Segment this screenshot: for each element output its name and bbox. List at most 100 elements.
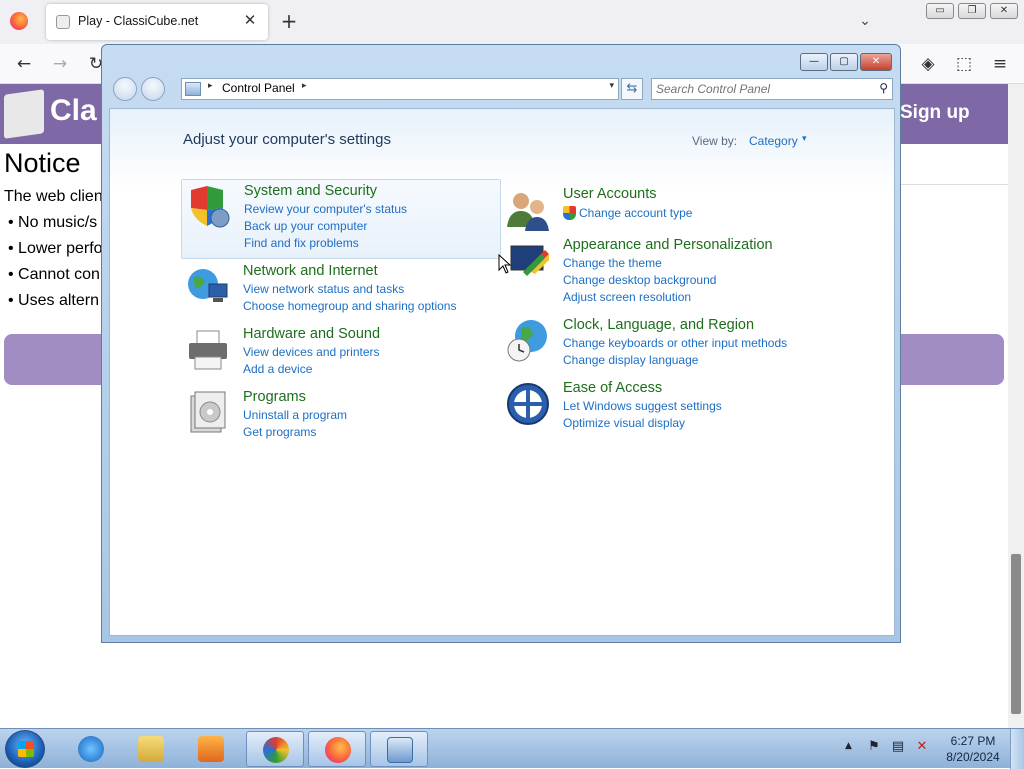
- category-title[interactable]: Clock, Language, and Region: [563, 317, 754, 333]
- category-link[interactable]: Change account type: [579, 206, 692, 220]
- taskbar-firefox[interactable]: [308, 731, 366, 767]
- address-dropdown-icon[interactable]: ▾: [609, 81, 614, 91]
- control-panel-content: Adjust your computer's settings View by:…: [109, 108, 895, 636]
- network-icon[interactable]: ▤: [890, 739, 906, 755]
- signup-link[interactable]: Sign up: [900, 102, 970, 124]
- firefox-logo-icon[interactable]: [10, 12, 28, 30]
- taskbar-media-player[interactable]: [182, 731, 240, 767]
- category-title[interactable]: Appearance and Personalization: [563, 237, 773, 253]
- category-title[interactable]: Ease of Access: [563, 380, 662, 396]
- notice-bullet: • No music/s: [8, 214, 98, 231]
- category-link[interactable]: View network status and tasks: [243, 282, 404, 296]
- paint-icon: [263, 737, 289, 763]
- tab-close-icon[interactable]: ✕: [240, 10, 260, 30]
- pocket-icon[interactable]: ◈: [916, 53, 940, 75]
- clock-date[interactable]: 8/20/2024: [940, 750, 1006, 764]
- notice-text: The web clien: [4, 188, 103, 205]
- browser-tab[interactable]: Play - ClassiCube.net ✕: [46, 4, 268, 40]
- taskbar-ie[interactable]: [62, 731, 120, 767]
- mouse-cursor-icon: [498, 254, 512, 274]
- category-title[interactable]: Hardware and Sound: [243, 326, 380, 342]
- category-title[interactable]: System and Security: [244, 183, 377, 199]
- media-player-icon: [198, 736, 224, 762]
- breadcrumb-arrow-icon[interactable]: ▸: [302, 81, 307, 91]
- browser-restore-button[interactable]: ❐: [958, 3, 986, 19]
- start-button[interactable]: [5, 730, 45, 768]
- control-panel-icon: [185, 82, 201, 96]
- category-link[interactable]: Optimize visual display: [563, 416, 685, 430]
- category-link[interactable]: Change desktop background: [563, 273, 716, 287]
- category-link[interactable]: Find and fix problems: [244, 236, 359, 250]
- list-all-tabs-button[interactable]: ⌄: [854, 10, 876, 32]
- category-link[interactable]: Get programs: [243, 425, 316, 439]
- category-link[interactable]: Choose homegroup and sharing options: [243, 299, 456, 313]
- maximize-button[interactable]: ▢: [830, 53, 858, 71]
- refresh-button[interactable]: ⇆: [621, 78, 643, 100]
- taskbar-control-panel[interactable]: [370, 731, 428, 767]
- category-clock-language-region[interactable]: Clock, Language, and Region Change keybo…: [501, 314, 821, 374]
- scrollbar-thumb[interactable]: [1011, 554, 1021, 714]
- back-button[interactable]: [113, 77, 137, 101]
- network-globe-icon: [188, 269, 228, 302]
- category-link[interactable]: Add a device: [243, 362, 312, 376]
- category-link[interactable]: Adjust screen resolution: [563, 290, 691, 304]
- view-by-label: View by:: [692, 134, 738, 148]
- back-arrow-icon[interactable]: ←: [12, 53, 36, 75]
- users-icon: [507, 193, 549, 231]
- tab-favicon-icon: [56, 15, 70, 29]
- menu-icon[interactable]: ≡: [988, 53, 1012, 75]
- category-hardware-sound[interactable]: Hardware and Sound View devices and prin…: [181, 323, 501, 383]
- category-appearance[interactable]: Appearance and Personalization Change th…: [501, 234, 821, 304]
- category-programs[interactable]: Programs Uninstall a program Get program…: [181, 386, 501, 446]
- new-tab-button[interactable]: +: [278, 10, 300, 32]
- internet-explorer-icon: [78, 736, 104, 762]
- view-by-dropdown[interactable]: Category: [749, 134, 798, 148]
- clock-time[interactable]: 6:27 PM: [946, 734, 1000, 748]
- forward-arrow-icon[interactable]: →: [48, 53, 72, 75]
- show-desktop-button[interactable]: [1010, 729, 1024, 769]
- taskbar-paint[interactable]: [246, 731, 304, 767]
- notice-heading: Notice: [4, 148, 81, 178]
- browser-close-button[interactable]: ✕: [990, 3, 1018, 19]
- category-link[interactable]: View devices and printers: [243, 345, 380, 359]
- category-title[interactable]: User Accounts: [563, 186, 657, 202]
- category-link[interactable]: Change the theme: [563, 256, 662, 270]
- search-icon[interactable]: ⚲: [879, 81, 888, 95]
- site-logo-icon[interactable]: [4, 89, 44, 139]
- show-hidden-icons-button[interactable]: ▲: [845, 741, 852, 751]
- category-title[interactable]: Programs: [243, 389, 306, 405]
- volume-muted-icon[interactable]: ✕: [914, 739, 930, 755]
- divider: [900, 184, 1008, 185]
- site-name[interactable]: Cla: [50, 94, 97, 128]
- category-link[interactable]: Review your computer's status: [244, 202, 407, 216]
- firefox-icon: [325, 737, 351, 763]
- breadcrumb-arrow-icon[interactable]: ▸: [208, 81, 213, 91]
- forward-button[interactable]: [141, 77, 165, 101]
- category-link[interactable]: Change display language: [563, 353, 698, 367]
- extensions-icon[interactable]: ⬚: [952, 53, 976, 75]
- clock-globe-icon: [507, 320, 547, 362]
- category-network-internet[interactable]: Network and Internet View network status…: [181, 260, 501, 320]
- category-user-accounts[interactable]: User Accounts Change account type: [501, 183, 821, 231]
- search-box[interactable]: ⚲: [651, 78, 893, 100]
- page-scrollbar[interactable]: [1008, 84, 1024, 729]
- category-link[interactable]: Let Windows suggest settings: [563, 399, 722, 413]
- action-center-flag-icon[interactable]: ⚑: [866, 739, 882, 755]
- category-title[interactable]: Network and Internet: [243, 263, 378, 279]
- category-link[interactable]: Uninstall a program: [243, 408, 347, 422]
- category-link[interactable]: Back up your computer: [244, 219, 367, 233]
- notice-bullet: • Lower perfo: [8, 240, 103, 257]
- taskbar-explorer[interactable]: [122, 731, 180, 767]
- category-system-security[interactable]: System and Security Review your computer…: [181, 179, 501, 259]
- browser-minimize-button[interactable]: ▭: [926, 3, 954, 19]
- search-input[interactable]: [656, 81, 866, 97]
- category-ease-of-access[interactable]: Ease of Access Let Windows suggest setti…: [501, 377, 821, 437]
- address-bar[interactable]: ▸ Control Panel ▸ ▾: [181, 78, 619, 100]
- minimize-button[interactable]: —: [800, 53, 828, 71]
- breadcrumb-control-panel[interactable]: Control Panel: [222, 81, 295, 95]
- category-link[interactable]: Change keyboards or other input methods: [563, 336, 787, 350]
- shield-icon: [191, 186, 230, 228]
- chevron-down-icon[interactable]: ▾: [802, 134, 807, 144]
- tab-title: Play - ClassiCube.net: [78, 14, 199, 28]
- close-button[interactable]: ✕: [860, 53, 892, 71]
